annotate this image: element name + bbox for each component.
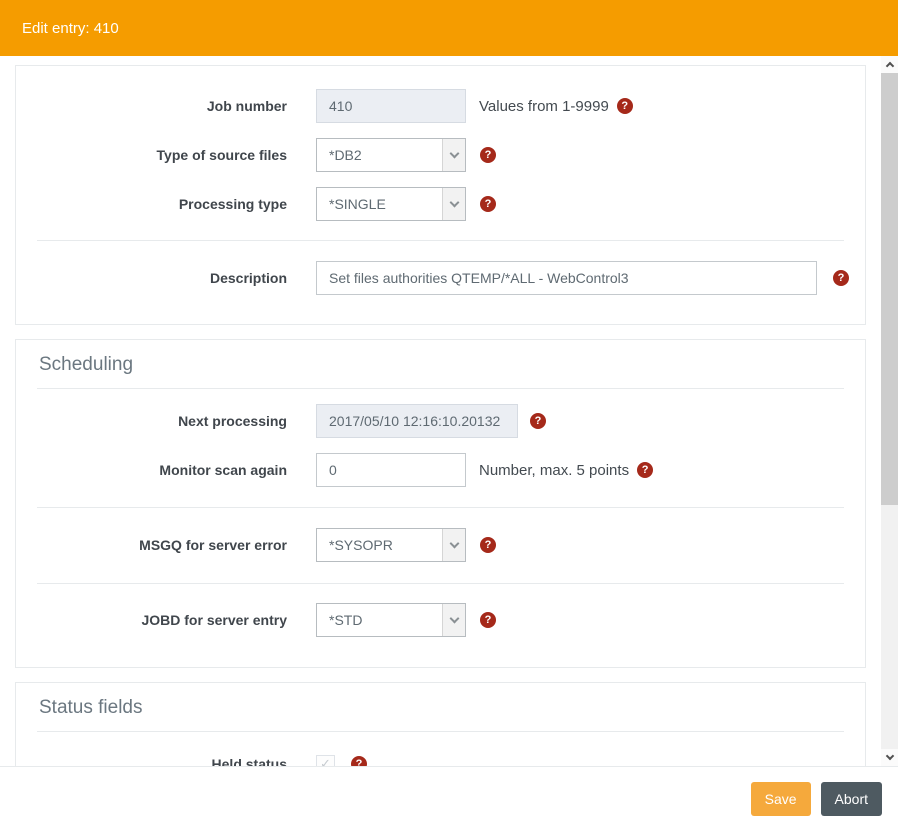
divider xyxy=(37,507,844,508)
processing-type-label: Processing type xyxy=(16,196,287,212)
monitor-scan-row: Monitor scan again Number, max. 5 points… xyxy=(16,453,865,487)
help-icon[interactable]: ? xyxy=(530,413,546,429)
monitor-scan-label: Monitor scan again xyxy=(16,462,287,478)
jobd-label: JOBD for server entry xyxy=(16,612,287,628)
help-icon[interactable]: ? xyxy=(480,196,496,212)
chevron-down-icon[interactable] xyxy=(442,604,465,636)
modal-title: Edit entry: 410 xyxy=(22,20,119,37)
status-section-title: Status fields xyxy=(37,697,844,732)
held-status-label: Held status xyxy=(16,756,287,766)
next-processing-input xyxy=(316,404,518,438)
abort-button[interactable]: Abort xyxy=(821,782,882,816)
scheduling-panel: Scheduling Next processing ? Monitor sca… xyxy=(15,339,866,668)
help-icon[interactable]: ? xyxy=(480,612,496,628)
job-number-hint: Values from 1-9999 xyxy=(479,98,609,115)
scrollbar-thumb[interactable] xyxy=(881,73,898,505)
processing-type-selected-value: *SINGLE xyxy=(317,188,442,220)
scroll-down-button[interactable] xyxy=(881,749,898,766)
modal-header: Edit entry: 410 xyxy=(0,0,898,56)
description-input[interactable] xyxy=(316,261,817,295)
help-icon[interactable]: ? xyxy=(480,537,496,553)
help-icon[interactable]: ? xyxy=(637,462,653,478)
scroll-up-button[interactable] xyxy=(881,56,898,73)
vertical-scrollbar[interactable] xyxy=(881,56,898,766)
jobd-select[interactable]: *STD xyxy=(316,603,466,637)
modal-footer: Save Abort xyxy=(0,766,898,831)
held-status-row: Held status ✓ ? xyxy=(16,747,865,766)
source-type-select[interactable]: *DB2 xyxy=(316,138,466,172)
source-type-row: Type of source files *DB2 ? xyxy=(16,138,865,172)
divider xyxy=(37,240,844,241)
save-button[interactable]: Save xyxy=(751,782,811,816)
next-processing-row: Next processing ? xyxy=(16,404,865,438)
help-icon[interactable]: ? xyxy=(351,756,367,766)
processing-type-select[interactable]: *SINGLE xyxy=(316,187,466,221)
main-fields-panel: Job number Values from 1-9999 ? Type of … xyxy=(15,65,866,325)
processing-type-row: Processing type *SINGLE ? xyxy=(16,187,865,221)
chevron-down-icon[interactable] xyxy=(442,188,465,220)
monitor-scan-hint: Number, max. 5 points xyxy=(479,462,629,479)
chevron-up-icon xyxy=(885,62,893,70)
source-type-label: Type of source files xyxy=(16,147,287,163)
monitor-scan-input[interactable] xyxy=(316,453,466,487)
msgq-row: MSGQ for server error *SYSOPR ? xyxy=(16,528,865,562)
source-type-selected-value: *DB2 xyxy=(317,139,442,171)
chevron-down-icon[interactable] xyxy=(442,139,465,171)
job-number-input xyxy=(316,89,466,123)
edit-entry-modal: Edit entry: 410 Job number Values from 1… xyxy=(0,0,898,831)
jobd-selected-value: *STD xyxy=(317,604,442,636)
help-icon[interactable]: ? xyxy=(833,270,849,286)
job-number-label: Job number xyxy=(16,98,287,114)
modal-body: Job number Values from 1-9999 ? Type of … xyxy=(0,56,881,766)
divider xyxy=(37,583,844,584)
help-icon[interactable]: ? xyxy=(480,147,496,163)
next-processing-label: Next processing xyxy=(16,413,287,429)
job-number-row: Job number Values from 1-9999 ? xyxy=(16,89,865,123)
msgq-select[interactable]: *SYSOPR xyxy=(316,528,466,562)
scheduling-section-title: Scheduling xyxy=(37,354,844,389)
chevron-down-icon xyxy=(885,752,893,760)
chevron-down-icon[interactable] xyxy=(442,529,465,561)
msgq-label: MSGQ for server error xyxy=(16,537,287,553)
msgq-selected-value: *SYSOPR xyxy=(317,529,442,561)
status-fields-panel: Status fields Held status ✓ ? xyxy=(15,682,866,766)
help-icon[interactable]: ? xyxy=(617,98,633,114)
description-row: Description ? xyxy=(16,261,865,295)
description-label: Description xyxy=(16,270,287,286)
jobd-row: JOBD for server entry *STD ? xyxy=(16,603,865,637)
held-status-checkbox: ✓ xyxy=(316,755,335,767)
